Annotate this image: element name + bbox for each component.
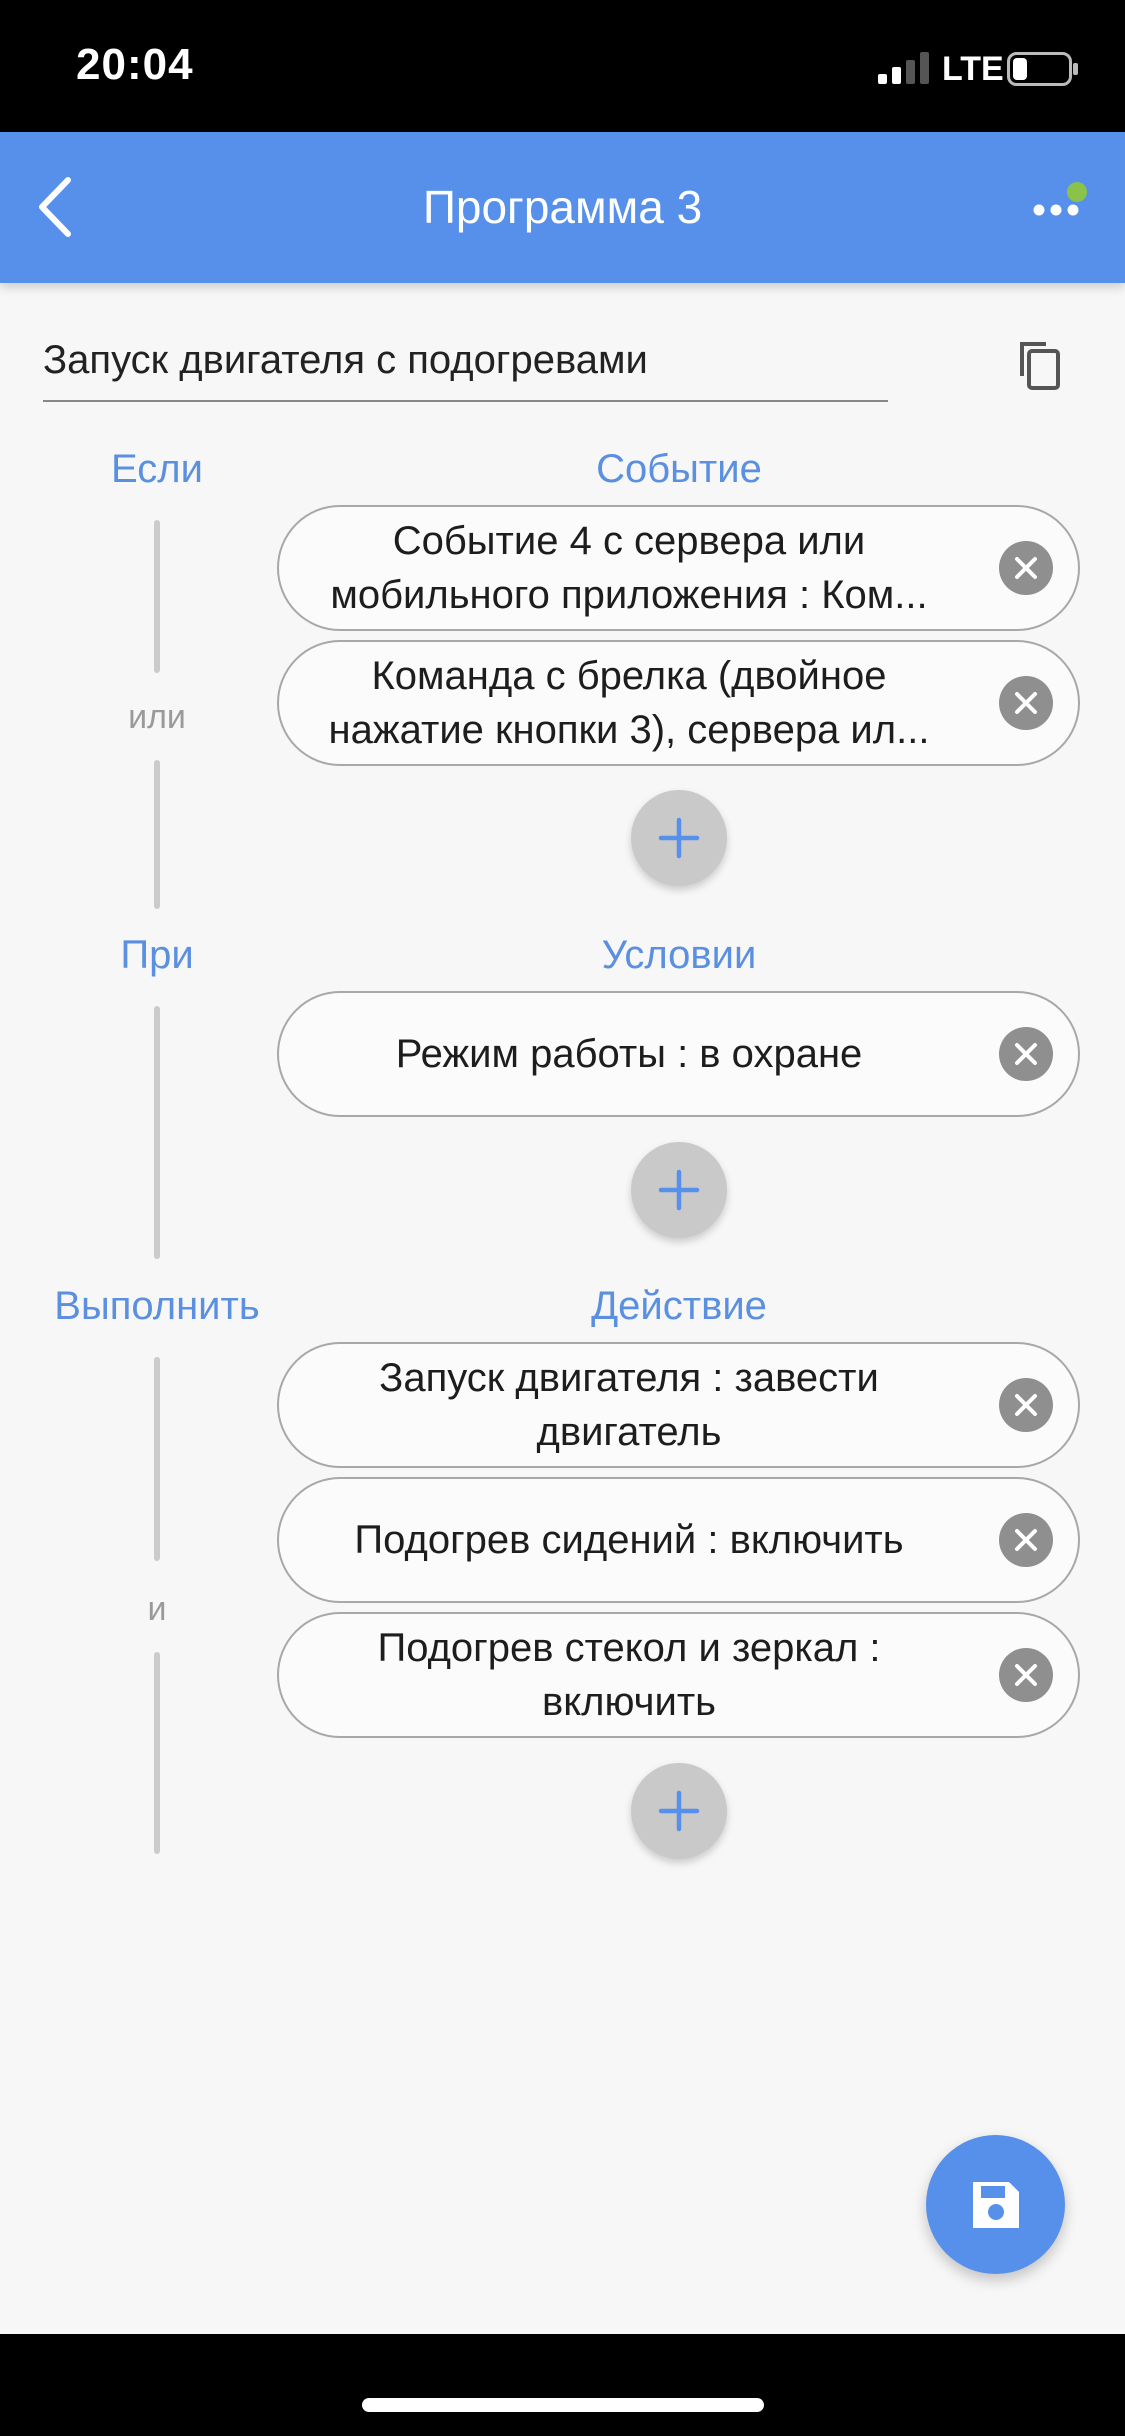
close-icon [1015,557,1037,579]
close-icon [1015,1394,1037,1416]
and-connector: и [147,1590,167,1628]
remove-event-button[interactable] [999,676,1053,730]
program-name-input[interactable] [43,320,888,402]
close-icon [1015,1529,1037,1551]
home-indicator[interactable] [362,2398,764,2412]
plus-icon [658,1790,700,1832]
action-item-text: Подогрев сидений : включить [354,1518,904,1562]
status-dot [1067,182,1087,202]
action-item[interactable]: Запуск двигателя : завести двигатель [277,1342,1080,1468]
system-bottom-bar [0,2334,1125,2436]
event-line-bottom [154,760,160,909]
save-icon [973,2182,1019,2228]
plus-icon [658,817,700,859]
remove-action-button[interactable] [999,1648,1053,1702]
event-item[interactable]: Событие 4 с сервера или мобильного прило… [277,505,1080,631]
signal-icon [878,52,929,84]
plus-icon [658,1169,700,1211]
action-line-bottom [154,1652,160,1854]
event-item-text: Команда с брелка (двойное нажатие кнопки… [328,654,930,752]
action-label: Действие [591,1284,767,1328]
remove-action-button[interactable] [999,1513,1053,1567]
action-item-text: Подогрев стекол и зеркал : включить [377,1626,881,1724]
remove-condition-button[interactable] [999,1027,1053,1081]
event-item-text: Событие 4 с сервера или мобильного прило… [330,519,928,617]
event-item[interactable]: Команда с брелка (двойное нажатие кнопки… [277,640,1080,766]
or-connector: или [128,698,186,736]
status-bar: 20:04 LTE [0,0,1125,132]
event-label: Событие [596,447,762,491]
if-label: Если [111,447,203,491]
action-line-top [154,1357,160,1561]
close-icon [1015,692,1037,714]
add-action-button[interactable] [631,1763,727,1859]
condition-line [154,1006,160,1259]
network-label: LTE [942,50,1004,88]
action-item[interactable]: Подогрев стекол и зеркал : включить [277,1612,1080,1738]
remove-event-button[interactable] [999,541,1053,595]
action-item-text: Запуск двигателя : завести двигатель [379,1356,879,1454]
condition-item-text: Режим работы : в охране [395,1032,863,1076]
action-item[interactable]: Подогрев сидений : включить [277,1477,1080,1603]
page-title: Программа 3 [422,181,703,233]
remove-action-button[interactable] [999,1378,1053,1432]
more-dots-icon[interactable] [1030,172,1090,242]
add-condition-button[interactable] [631,1142,727,1238]
when-label: При [120,933,194,977]
close-icon [1015,1043,1037,1065]
battery-icon [1007,52,1078,86]
condition-label: Условии [601,933,757,977]
copy-icon[interactable] [1010,336,1066,392]
add-event-button[interactable] [631,790,727,886]
execute-label: Выполнить [54,1284,260,1328]
event-line-top [154,520,160,673]
close-icon [1015,1664,1037,1686]
save-button[interactable] [926,2135,1065,2274]
condition-item[interactable]: Режим работы : в охране [277,991,1080,1117]
app-bar: Программа 3 [0,132,1125,283]
status-time: 20:04 [76,40,194,89]
